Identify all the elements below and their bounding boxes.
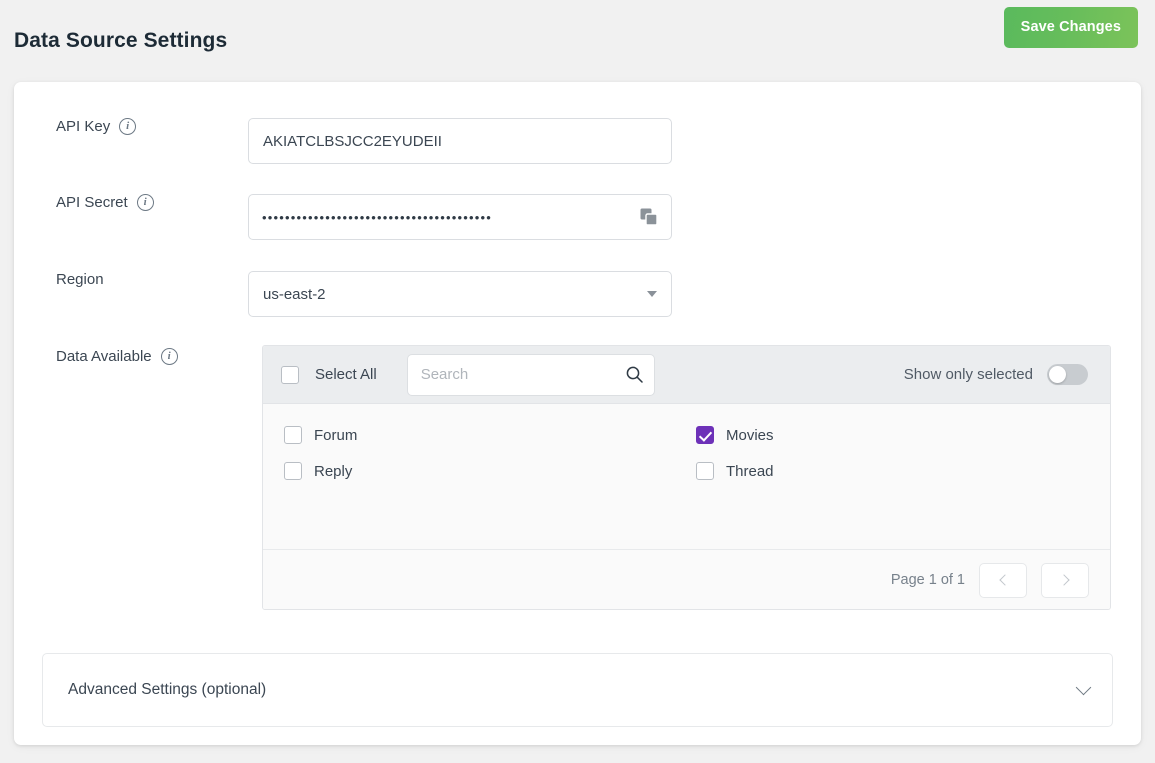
data-panel-header: Select All Show only selected [263,346,1110,404]
data-items-grid: Forum Movies Reply Thread [263,426,1110,480]
api-secret-row: API Secret i •••••••••••••••••••••••••••… [28,194,672,240]
copy-icon[interactable] [639,207,659,227]
region-selected-value: us-east-2 [263,286,326,303]
data-available-label-group: Data Available i [28,348,248,365]
region-label-group: Region [28,271,248,288]
data-available-panel: Select All Show only selected [262,345,1111,610]
next-page-button[interactable] [1041,563,1089,598]
data-available-label: Data Available [56,348,152,365]
search-wrap [407,354,655,396]
item-checkbox-movies[interactable] [696,426,714,444]
chevron-left-icon [999,574,1010,585]
page-title: Data Source Settings [14,29,227,53]
item-checkbox-forum[interactable] [284,426,302,444]
api-key-input[interactable] [248,118,672,164]
api-secret-input[interactable] [248,194,672,240]
list-item-label: Reply [314,463,352,480]
previous-page-button[interactable] [979,563,1027,598]
api-secret-field-wrap: •••••••••••••••••••••••••••••••••••••••• [248,194,672,240]
show-only-selected-toggle[interactable] [1047,364,1088,385]
region-select[interactable]: us-east-2 [248,271,672,317]
info-circle-icon[interactable]: i [119,118,136,135]
api-key-label-group: API Key i [28,118,248,135]
advanced-settings-label: Advanced Settings (optional) [68,681,266,699]
region-select-wrap: us-east-2 [248,271,672,317]
item-checkbox-reply[interactable] [284,462,302,480]
show-only-selected-group: Show only selected [904,364,1088,385]
api-secret-label: API Secret [56,194,128,211]
select-all-label[interactable]: Select All [315,366,377,383]
list-item[interactable]: Forum [284,426,696,444]
api-key-row: API Key i [28,118,672,164]
list-item-label: Thread [726,463,774,480]
api-key-label: API Key [56,118,110,135]
settings-card: API Key i API Secret i •••••••••••••••••… [14,82,1141,745]
region-row: Region us-east-2 [28,271,672,317]
list-item-label: Movies [726,427,774,444]
page-header: Data Source Settings Save Changes [0,0,1155,82]
item-checkbox-thread[interactable] [696,462,714,480]
region-label: Region [56,271,104,288]
info-circle-icon[interactable]: i [161,348,178,365]
search-input[interactable] [407,354,655,396]
chevron-down-icon[interactable] [1076,680,1092,696]
select-all-checkbox[interactable] [281,366,299,384]
save-changes-button[interactable]: Save Changes [1004,7,1138,48]
show-only-selected-label: Show only selected [904,366,1033,383]
list-item[interactable]: Movies [696,426,1108,444]
api-secret-label-group: API Secret i [28,194,248,211]
page-indicator: Page 1 of 1 [891,572,965,588]
list-item-label: Forum [314,427,357,444]
chevron-right-icon [1058,574,1069,585]
pagination-bar: Page 1 of 1 [263,549,1110,610]
list-item[interactable]: Reply [284,462,696,480]
info-circle-icon[interactable]: i [137,194,154,211]
data-panel-body: Forum Movies Reply Thread [263,404,1110,549]
data-available-row: Data Available i [28,348,248,365]
list-item[interactable]: Thread [696,462,1108,480]
advanced-settings-section[interactable]: Advanced Settings (optional) [42,653,1113,727]
